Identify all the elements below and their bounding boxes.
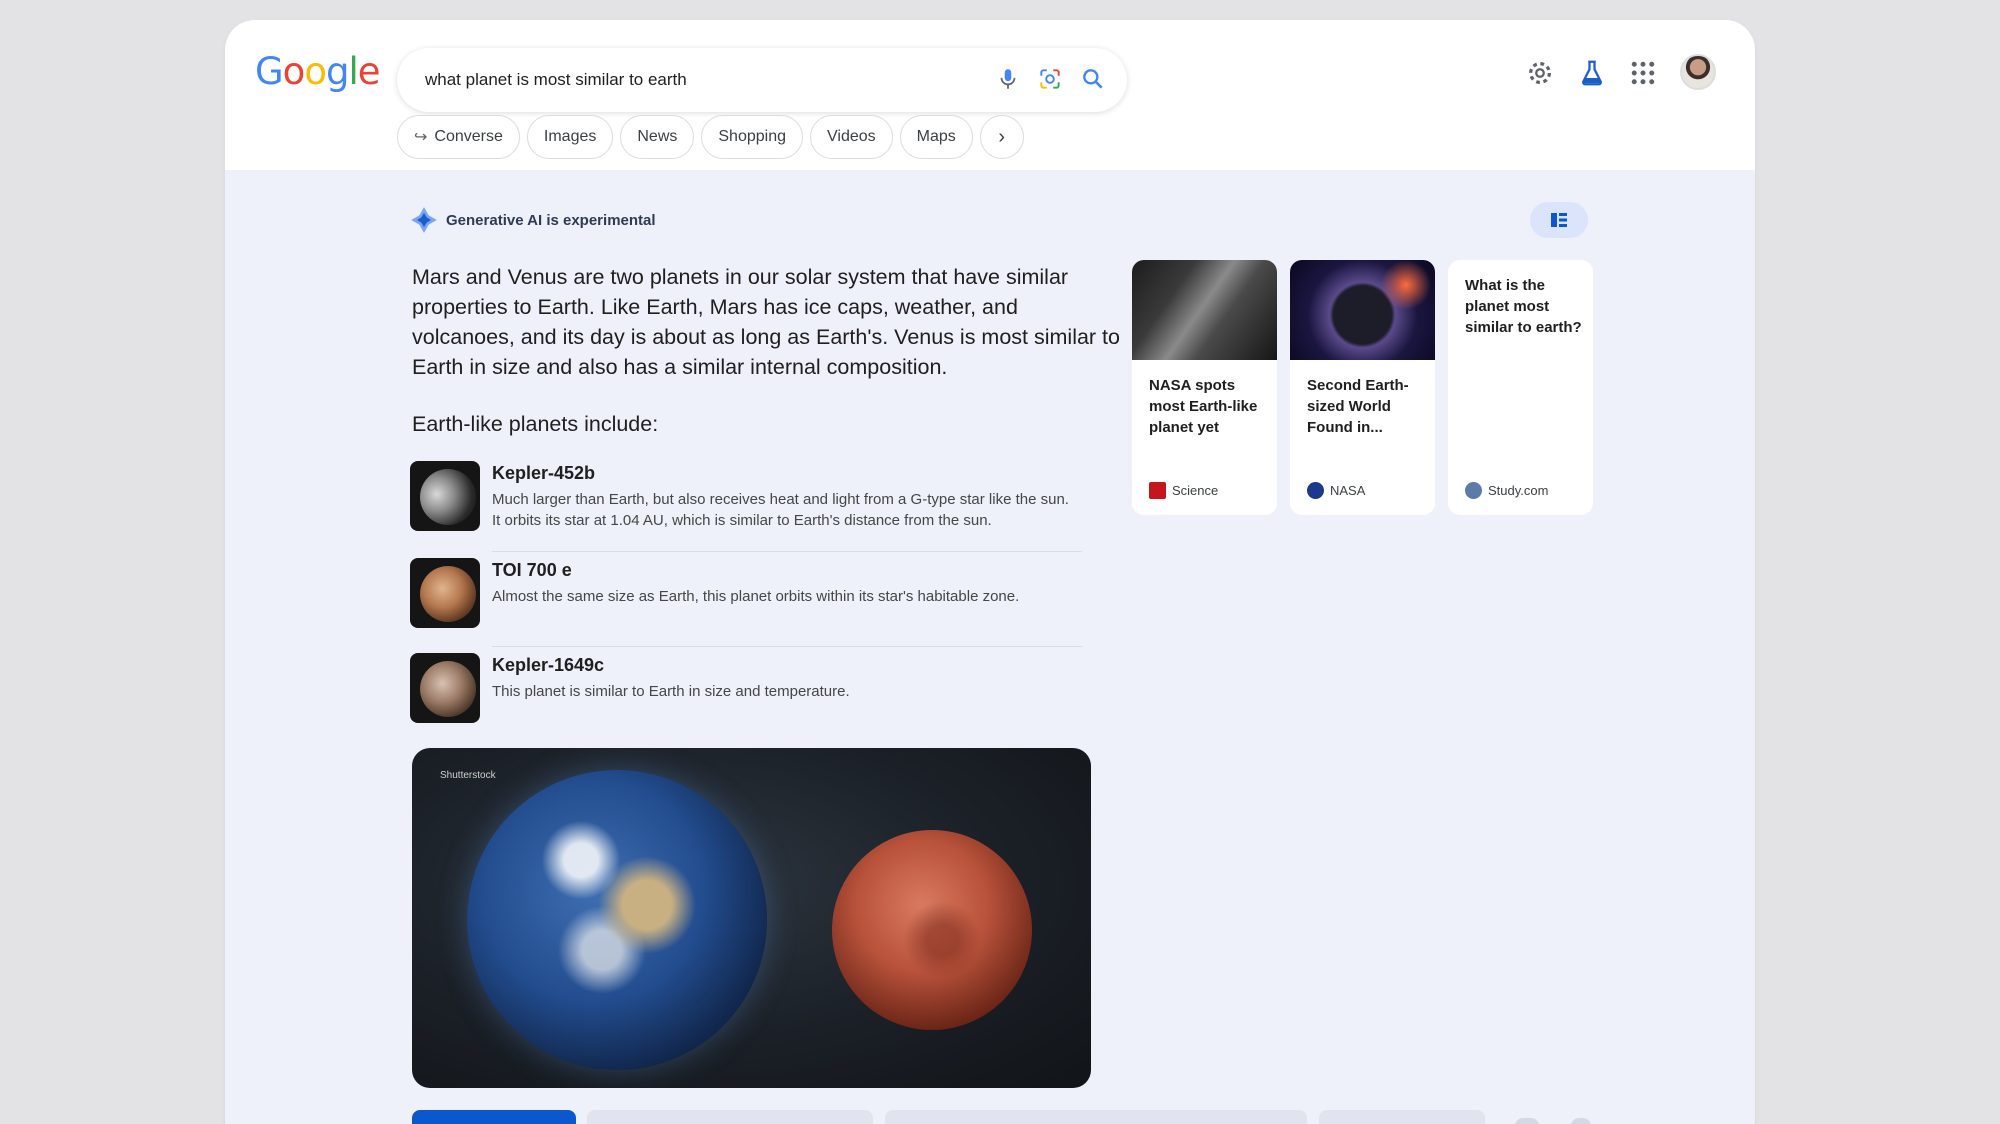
chip-label: Videos	[827, 128, 876, 145]
planet-orb	[420, 661, 476, 717]
planet-description: This planet is similar to Earth in size …	[492, 683, 850, 700]
suggestion-chip[interactable]	[885, 1110, 1307, 1124]
logo-letter: o	[304, 50, 327, 93]
chip-converse[interactable]: ↪ Converse	[397, 115, 520, 159]
thumbs-up-icon[interactable]	[1515, 1118, 1539, 1124]
chip-images[interactable]: Images	[526, 115, 614, 159]
card-title: NASA spots most Earth-like planet yet	[1149, 377, 1258, 436]
card-title: What is the planet most similar to earth…	[1465, 277, 1582, 336]
follow-up-button[interactable]	[412, 1110, 576, 1124]
ai-experimental-badge: Generative AI is experimental	[410, 206, 656, 234]
planet-orb	[420, 469, 476, 525]
ai-badge-text: Generative AI is experimental	[446, 211, 656, 229]
converse-arrow-icon: ↪	[414, 129, 428, 146]
planet-description: Almost the same size as Earth, this plan…	[492, 588, 1020, 605]
search-header: Google what planet is most similar to ea…	[225, 20, 1755, 170]
mars-image	[832, 830, 1032, 1030]
search-chips: ↪ Converse Images News Shopping Videos Ma…	[397, 115, 1024, 159]
chip-news[interactable]: News	[620, 115, 695, 159]
planets-image[interactable]: Shutterstock	[412, 748, 1091, 1088]
suggestion-chip[interactable]	[587, 1110, 873, 1124]
card-source-name: Study.com	[1488, 483, 1549, 498]
gear-icon[interactable]	[1525, 58, 1555, 88]
card-thumbnail	[1290, 260, 1435, 360]
planet-name: Kepler-452b	[492, 463, 596, 483]
suggestion-chip[interactable]	[1319, 1110, 1485, 1124]
planet-thumbnail	[410, 653, 480, 723]
divider	[492, 646, 1082, 647]
browser-window: Google what planet is most similar to ea…	[225, 20, 1755, 1124]
chip-shopping[interactable]: Shopping	[701, 115, 803, 159]
planet-name: TOI 700 e	[492, 560, 572, 580]
search-input[interactable]: what planet is most similar to earth	[425, 70, 687, 90]
chip-label: Converse	[434, 128, 503, 145]
mic-icon[interactable]	[995, 66, 1021, 92]
card-title: Second Earth-sized World Found in...	[1307, 377, 1409, 436]
card-source: NASA	[1307, 482, 1365, 499]
logo-letter: e	[357, 50, 381, 93]
divider	[492, 551, 1082, 552]
card-thumbnail	[1132, 260, 1277, 360]
logo-letter: g	[325, 50, 349, 93]
source-card[interactable]: Second Earth-sized World Found in... NAS…	[1290, 260, 1435, 515]
nasa-logo-icon	[1307, 482, 1324, 499]
chip-label: Images	[543, 128, 597, 145]
chip-label: Maps	[916, 128, 956, 145]
ai-summary: Mars and Venus are two planets in our so…	[412, 265, 1120, 379]
card-source: Study.com	[1465, 482, 1548, 499]
planet-description: Much larger than Earth, but also receive…	[492, 491, 1069, 529]
chip-videos[interactable]: Videos	[810, 115, 893, 159]
chip-label: Shopping	[718, 128, 786, 145]
avatar[interactable]	[1680, 54, 1716, 90]
google-logo[interactable]: Google	[255, 50, 380, 93]
logo-letter: l	[348, 50, 358, 93]
labs-flask-icon[interactable]	[1577, 58, 1607, 88]
sge-sparkle-icon	[411, 207, 437, 233]
planet-name: Kepler-1649c	[492, 655, 605, 675]
card-source-name: Science	[1172, 483, 1219, 498]
card-source: Science	[1149, 482, 1218, 499]
layout-icon	[1551, 213, 1567, 227]
lens-icon[interactable]	[1037, 66, 1063, 92]
planet-thumbnail	[410, 461, 480, 531]
share-icon[interactable]	[1571, 1118, 1591, 1124]
list-heading: Earth-like planets include:	[412, 412, 659, 436]
search-icon[interactable]	[1080, 66, 1106, 92]
science-logo-icon	[1149, 482, 1166, 499]
logo-letter: o	[282, 50, 306, 93]
layout-toggle-button[interactable]	[1530, 202, 1588, 238]
chip-maps[interactable]: Maps	[899, 115, 973, 159]
card-source-name: NASA	[1330, 483, 1366, 498]
search-box[interactable]: what planet is most similar to earth	[397, 48, 1127, 112]
earth-image	[467, 770, 767, 1070]
planet-orb	[420, 566, 476, 622]
chevron-right-icon[interactable]: ›	[979, 115, 1024, 159]
apps-grid-icon[interactable]	[1628, 58, 1658, 88]
chip-label: News	[637, 128, 678, 145]
planet-thumbnail	[410, 558, 480, 628]
logo-letter: G	[255, 50, 284, 93]
image-credit: Shutterstock	[440, 770, 496, 781]
study-logo-icon	[1465, 482, 1482, 499]
source-card[interactable]: What is the planet most similar to earth…	[1448, 260, 1593, 515]
source-card[interactable]: NASA spots most Earth-like planet yet Sc…	[1132, 260, 1277, 515]
